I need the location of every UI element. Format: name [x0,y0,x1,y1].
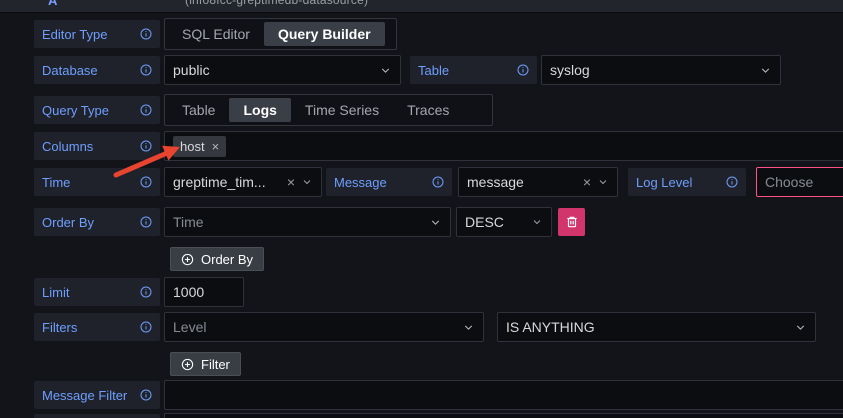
query-type-option-table[interactable]: Table [168,98,229,122]
editor-type-option-sql-editor[interactable]: SQL Editor [168,22,264,46]
message-filter-input[interactable] [164,380,843,410]
log-level-select[interactable]: Choose [756,167,843,197]
chevron-down-icon [301,176,313,188]
chevron-down-icon [379,64,392,77]
info-icon[interactable] [140,28,152,40]
query-ref-id: A [48,0,57,8]
limit-label: Limit [34,278,160,306]
time-column-select[interactable]: greptime_tim... × [164,167,322,197]
query-type-option-time-series[interactable]: Time Series [291,98,393,122]
info-icon[interactable] [140,286,152,298]
log-level-label: Log Level [628,168,746,196]
query-editor: A (info8fcc-greptimedb-datasource) Edito… [0,0,843,418]
limit-input[interactable] [164,277,244,307]
chevron-down-icon [597,176,609,188]
message-column-select[interactable]: message × [458,167,618,197]
plus-circle-icon [181,253,194,266]
database-label: Database [34,56,160,84]
database-select[interactable]: public [164,55,401,85]
chevron-down-icon [794,321,807,334]
next-row-label-partial [34,414,160,418]
info-icon[interactable] [726,176,738,188]
column-tag-host: host × [173,136,226,157]
info-icon[interactable] [140,140,152,152]
remove-tag-icon[interactable]: × [212,140,220,153]
trash-icon [565,215,579,229]
message-filter-label: Message Filter [34,381,160,409]
table-label: Table [410,56,537,84]
next-row-input-partial [164,413,843,418]
query-type-option-logs[interactable]: Logs [229,98,290,122]
order-by-direction-select[interactable]: DESC [456,207,552,237]
info-icon[interactable] [432,176,444,188]
clear-icon[interactable]: × [287,175,295,189]
time-label: Time [34,168,160,196]
remove-order-by-button[interactable] [558,208,585,236]
query-type-group: Table Logs Time Series Traces [164,94,493,126]
order-by-label: Order By [34,208,160,236]
chevron-down-icon [429,216,442,229]
chevron-down-icon [462,321,475,334]
table-select[interactable]: syslog [541,55,781,85]
query-type-option-traces[interactable]: Traces [393,98,463,122]
filters-label: Filters [34,313,160,341]
info-icon[interactable] [140,389,152,401]
editor-type-option-query-builder[interactable]: Query Builder [264,22,385,46]
info-icon[interactable] [140,64,152,76]
editor-type-group: SQL Editor Query Builder [164,18,397,50]
add-order-by-button[interactable]: Order By [170,247,264,271]
editor-type-label: Editor Type [34,20,160,48]
clear-icon[interactable]: × [583,175,591,189]
info-icon[interactable] [517,64,529,76]
query-type-label: Query Type [34,96,160,124]
columns-label: Columns [34,132,160,160]
filter-field-select[interactable]: Level [164,312,484,342]
columns-multiselect[interactable]: host × [164,131,843,161]
datasource-name: (info8fcc-greptimedb-datasource) [185,0,368,7]
info-icon[interactable] [140,216,152,228]
info-icon[interactable] [140,321,152,333]
chevron-down-icon [759,64,772,77]
plus-circle-icon [181,358,194,371]
query-row-header[interactable]: A (info8fcc-greptimedb-datasource) [0,0,843,13]
order-by-field-select[interactable]: Time [164,207,451,237]
message-label: Message [326,168,452,196]
add-filter-button[interactable]: Filter [170,352,241,376]
filter-operator-select[interactable]: IS ANYTHING [497,312,816,342]
info-icon[interactable] [140,176,152,188]
info-icon[interactable] [140,104,152,116]
chevron-down-icon [531,216,543,228]
